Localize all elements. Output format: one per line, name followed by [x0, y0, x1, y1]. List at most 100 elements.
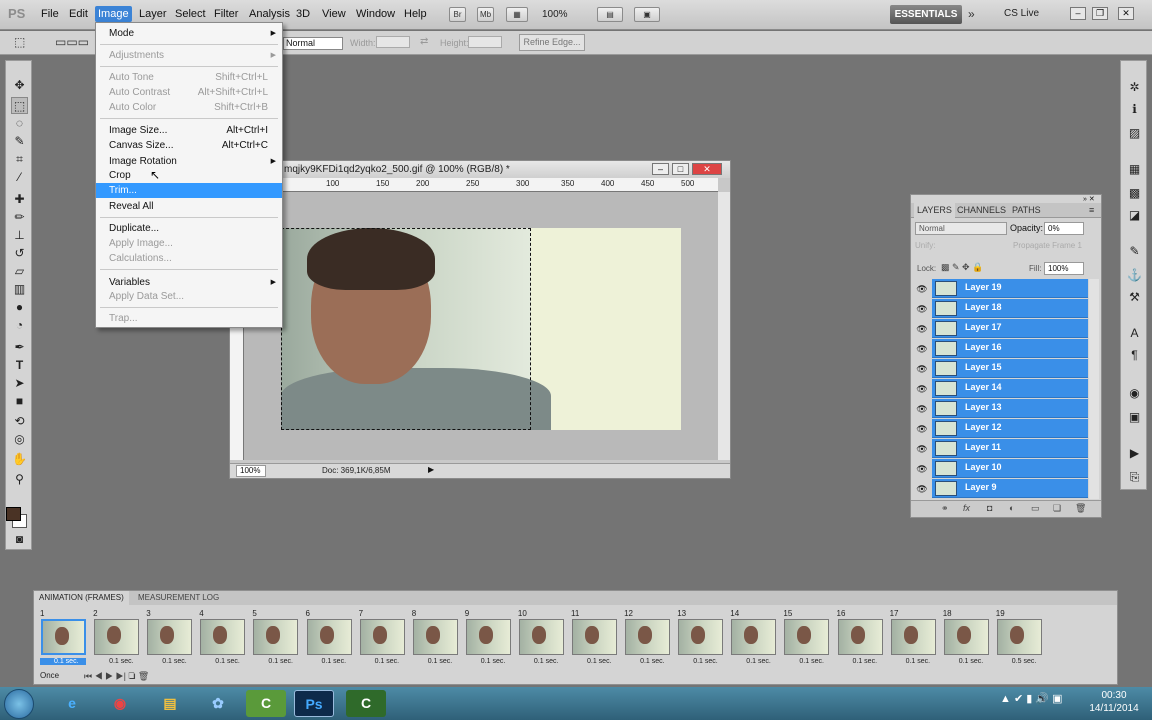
menu-file[interactable]: File: [41, 8, 59, 20]
visibility-eye-icon[interactable]: 👁: [913, 299, 931, 319]
layer-row[interactable]: 👁 Layer 10: [913, 459, 1088, 479]
healing-brush-tool-icon[interactable]: ✚: [11, 191, 28, 208]
history-icon[interactable]: ⎘: [1126, 469, 1143, 486]
style-select[interactable]: Normal: [283, 37, 343, 50]
brush-tool-icon[interactable]: ✏: [11, 209, 28, 226]
refine-edge-button[interactable]: Refine Edge...: [519, 34, 585, 51]
type-tool-icon[interactable]: T: [11, 357, 28, 374]
3d-icon[interactable]: ▣: [1126, 409, 1143, 426]
menu-item-auto-tone[interactable]: Auto Tone Shift+Ctrl+L: [96, 70, 282, 85]
tab-layers[interactable]: LAYERS: [914, 203, 955, 218]
doc-minimize-icon[interactable]: –: [652, 163, 669, 175]
animation-frame[interactable]: 12 0.1 sec.: [622, 608, 672, 668]
arrange-documents-icon[interactable]: ▤: [597, 7, 623, 22]
frame-delay[interactable]: 0.1 sec.: [215, 658, 240, 665]
layer-body[interactable]: Layer 13: [932, 399, 1088, 418]
cs-live-button[interactable]: CS Live: [1004, 8, 1039, 19]
layer-row[interactable]: 👁 Layer 14: [913, 379, 1088, 399]
layer-body[interactable]: Layer 10: [932, 459, 1088, 478]
tab-channels[interactable]: CHANNELS: [957, 205, 1006, 215]
screen-mode-icon[interactable]: ▣: [634, 7, 660, 22]
lock-icons[interactable]: ▩ ✎ ✥ 🔒: [941, 262, 983, 273]
document-titlebar[interactable]: mqjky9KFDi1qd2yqko2_500.gif @ 100% (RGB/…: [230, 161, 730, 178]
menu-analysis[interactable]: Analysis: [249, 8, 290, 20]
3d-rotate-tool-icon[interactable]: ⟲: [11, 413, 28, 430]
gradient-tool-icon[interactable]: ▥: [11, 281, 28, 298]
frame-delay[interactable]: 0.1 sec.: [40, 658, 86, 665]
frame-delay[interactable]: 0.1 sec.: [587, 658, 612, 665]
histogram-icon[interactable]: ▨: [1126, 125, 1143, 142]
layer-body[interactable]: Layer 18: [932, 299, 1088, 318]
menu-layer[interactable]: Layer: [139, 8, 167, 20]
animation-frame[interactable]: 2 0.1 sec.: [91, 608, 141, 668]
menu-item-trim[interactable]: Trim...: [96, 183, 282, 198]
animation-frame[interactable]: 3 0.1 sec.: [144, 608, 194, 668]
workspace-essentials-button[interactable]: ESSENTIALS: [890, 5, 962, 24]
layer-style-icon[interactable]: fx: [963, 503, 970, 513]
animation-frame[interactable]: 5 0.1 sec.: [250, 608, 300, 668]
doc-close-icon[interactable]: ✕: [692, 163, 722, 175]
frame-delay[interactable]: 0.1 sec.: [853, 658, 878, 665]
minimize-icon[interactable]: –: [1070, 7, 1086, 20]
selection-mode-icons[interactable]: ▭▭▭: [55, 35, 89, 49]
animation-frame[interactable]: 10 0.1 sec.: [516, 608, 566, 668]
bridge-icon[interactable]: Br: [449, 7, 466, 22]
file-explorer-icon[interactable]: ▤: [150, 690, 190, 717]
crop-tool-icon[interactable]: ⌗: [11, 151, 28, 168]
zoom-tool-icon[interactable]: ⚲: [11, 471, 28, 488]
workspace-more-icon[interactable]: »: [968, 7, 975, 21]
frame-delay[interactable]: 0.5 sec.: [1012, 658, 1037, 665]
visibility-eye-icon[interactable]: 👁: [913, 399, 931, 419]
layer-row[interactable]: 👁 Layer 15: [913, 359, 1088, 379]
opacity-input[interactable]: 0%: [1044, 222, 1084, 235]
zoom-level-select[interactable]: 100%: [542, 7, 592, 22]
layer-body[interactable]: Layer 17: [932, 319, 1088, 338]
dodge-tool-icon[interactable]: ◔: [11, 317, 28, 334]
blend-mode-select[interactable]: Normal: [915, 222, 1007, 235]
menu-item-calculations[interactable]: Calculations...: [96, 251, 282, 266]
propagate-frame-checkbox[interactable]: Propagate Frame 1: [1013, 241, 1082, 250]
layer-body[interactable]: Layer 15: [932, 359, 1088, 378]
menu-item-reveal-all[interactable]: Reveal All: [96, 199, 282, 214]
menu-item-mode[interactable]: Mode ▶: [96, 26, 282, 41]
history-brush-tool-icon[interactable]: ↺: [11, 245, 28, 262]
animation-frame[interactable]: 11 0.1 sec.: [569, 608, 619, 668]
animation-frame[interactable]: 16 0.1 sec.: [835, 608, 885, 668]
marquee-tool-preset-icon[interactable]: ⬚: [14, 35, 25, 49]
marquee-selection[interactable]: [281, 228, 531, 430]
layer-body[interactable]: Layer 19: [932, 279, 1088, 298]
layer-body[interactable]: Layer 9: [932, 479, 1088, 498]
panel-collapse-icon[interactable]: » ✕: [1083, 195, 1095, 203]
chrome-icon[interactable]: ◉: [100, 690, 140, 717]
layer-body[interactable]: Layer 11: [932, 439, 1088, 458]
blur-tool-icon[interactable]: ●: [11, 299, 28, 316]
menu-select[interactable]: Select: [175, 8, 206, 20]
lasso-tool-icon[interactable]: ◌: [11, 115, 28, 132]
animation-frame[interactable]: 6 0.1 sec.: [304, 608, 354, 668]
tab-animation-frames[interactable]: ANIMATION (FRAMES): [34, 591, 129, 605]
width-input[interactable]: [376, 36, 410, 48]
styles-icon[interactable]: ▩: [1126, 185, 1143, 202]
move-tool-icon[interactable]: ✥: [11, 77, 28, 94]
layer-row[interactable]: 👁 Layer 11: [913, 439, 1088, 459]
menu-3d[interactable]: 3D: [296, 8, 310, 20]
animation-frame[interactable]: 17 0.1 sec.: [888, 608, 938, 668]
paint-icon[interactable]: ✿: [198, 690, 238, 717]
doc-maximize-icon[interactable]: □: [672, 163, 689, 175]
visibility-eye-icon[interactable]: 👁: [913, 319, 931, 339]
visibility-eye-icon[interactable]: 👁: [913, 279, 931, 299]
visibility-eye-icon[interactable]: 👁: [913, 379, 931, 399]
frame-delay[interactable]: 0.1 sec.: [534, 658, 559, 665]
clone-stamp-tool-icon[interactable]: ⊥: [11, 227, 28, 244]
swap-icon[interactable]: ⇄: [420, 36, 428, 47]
menu-item-auto-contrast[interactable]: Auto Contrast Alt+Shift+Ctrl+L: [96, 85, 282, 100]
loop-select[interactable]: Once: [40, 671, 80, 683]
menu-item-variables[interactable]: Variables ▶: [96, 275, 282, 290]
frame-delay[interactable]: 0.1 sec.: [906, 658, 931, 665]
rectangle-tool-icon[interactable]: ■: [11, 393, 28, 410]
masks-icon[interactable]: ◉: [1126, 385, 1143, 402]
frame-delay[interactable]: 0.1 sec.: [959, 658, 984, 665]
navigator-icon[interactable]: ✲: [1126, 79, 1143, 96]
animation-frame[interactable]: 1 0.1 sec.: [38, 608, 88, 668]
start-button[interactable]: [4, 689, 34, 719]
